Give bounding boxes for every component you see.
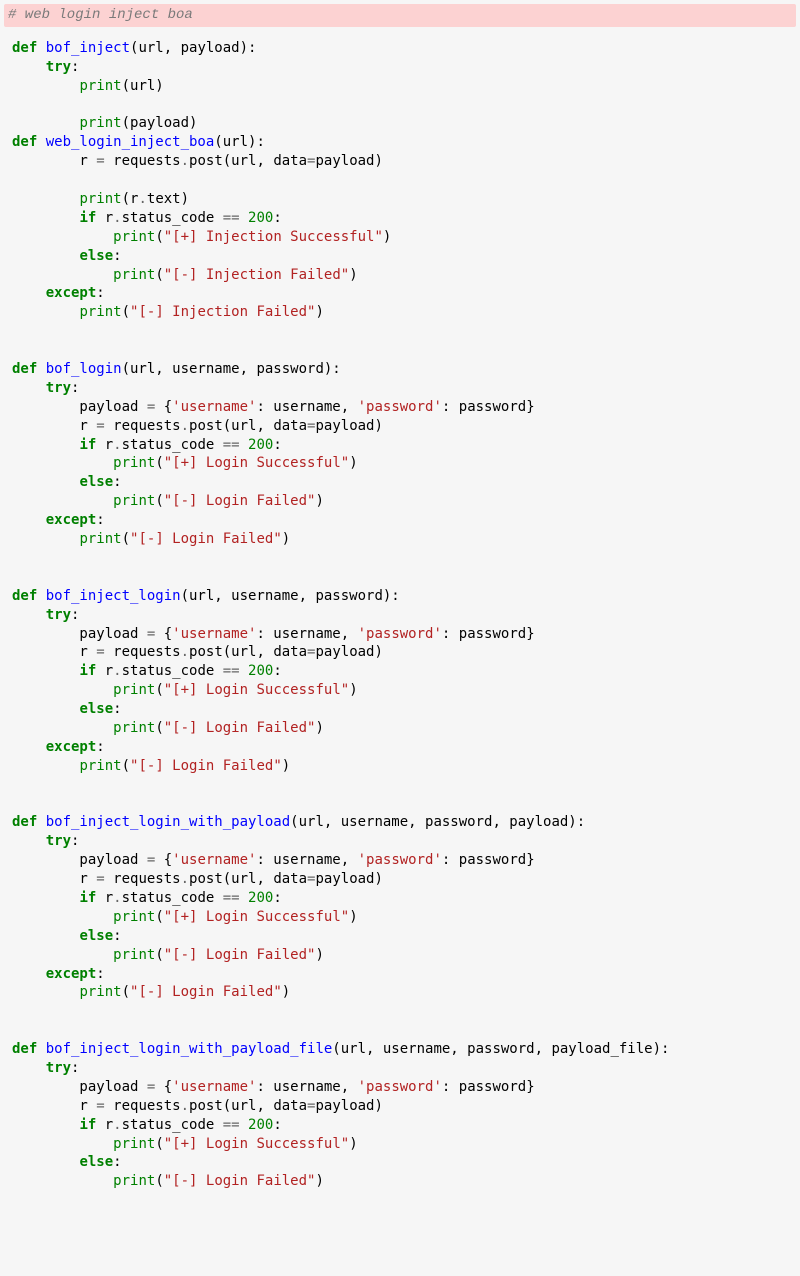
highlighted-comment: # web login inject boa (4, 4, 796, 27)
code-viewer: { "language": "python", "top_comment": "… (0, 0, 800, 1276)
code-block: def bof_inject(url, payload): try: print… (8, 37, 792, 1193)
